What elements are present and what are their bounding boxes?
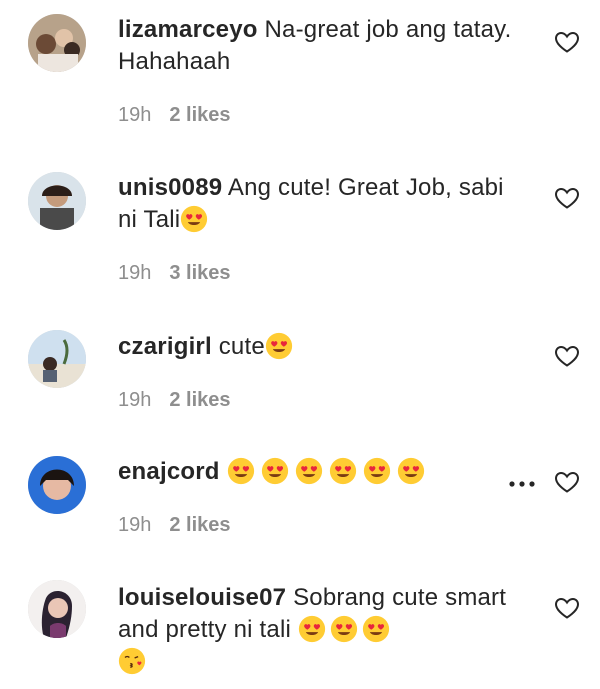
comment-likes[interactable]: 2 likes <box>169 514 230 536</box>
comment-username[interactable]: enajcord <box>118 458 220 485</box>
heart-eyes-emoji <box>397 457 425 485</box>
heart-eyes-emoji <box>295 457 323 485</box>
heart-outline-icon[interactable] <box>554 470 580 494</box>
comment-likes[interactable]: 3 likes <box>169 262 230 284</box>
comment-time[interactable]: 19h <box>118 514 151 536</box>
comment-meta: 19h 2 likes <box>118 104 231 127</box>
comment-meta: 19h 2 likes <box>118 514 231 537</box>
heart-eyes-emoji <box>261 457 289 485</box>
heart-outline-icon[interactable] <box>554 596 580 620</box>
heart-eyes-emoji <box>298 615 326 643</box>
heart-eyes-emoji <box>265 332 293 360</box>
comment-likes[interactable]: 2 likes <box>169 389 230 411</box>
comment-likes[interactable]: 2 likes <box>169 104 230 126</box>
avatar[interactable] <box>28 172 86 230</box>
heart-eyes-emoji <box>363 457 391 485</box>
ellipsis-icon[interactable] <box>508 479 536 489</box>
comment-time[interactable]: 19h <box>118 389 151 411</box>
comment-meta: 19h 3 likes <box>118 262 231 285</box>
heart-eyes-emoji <box>329 457 357 485</box>
comment-meta: 19h 2 likes <box>118 389 231 412</box>
heart-eyes-emoji <box>180 205 208 233</box>
kissing-heart-emoji <box>118 647 146 675</box>
comment-username[interactable]: louiselouise07 <box>118 584 286 611</box>
comment-text: cute <box>218 333 265 360</box>
comment-username[interactable]: czarigirl <box>118 333 212 360</box>
comment-username[interactable]: unis0089 <box>118 174 222 201</box>
comment-username[interactable]: lizamarceyo <box>118 16 258 43</box>
heart-outline-icon[interactable] <box>554 344 580 368</box>
heart-eyes-emoji <box>227 457 255 485</box>
heart-outline-icon[interactable] <box>554 186 580 210</box>
avatar[interactable] <box>28 580 86 638</box>
comment-time[interactable]: 19h <box>118 262 151 284</box>
avatar[interactable] <box>28 330 86 388</box>
avatar[interactable] <box>28 14 86 72</box>
comment-time[interactable]: 19h <box>118 104 151 126</box>
heart-eyes-emoji <box>362 615 390 643</box>
heart-outline-icon[interactable] <box>554 30 580 54</box>
avatar[interactable] <box>28 456 86 514</box>
heart-eyes-emoji <box>330 615 358 643</box>
